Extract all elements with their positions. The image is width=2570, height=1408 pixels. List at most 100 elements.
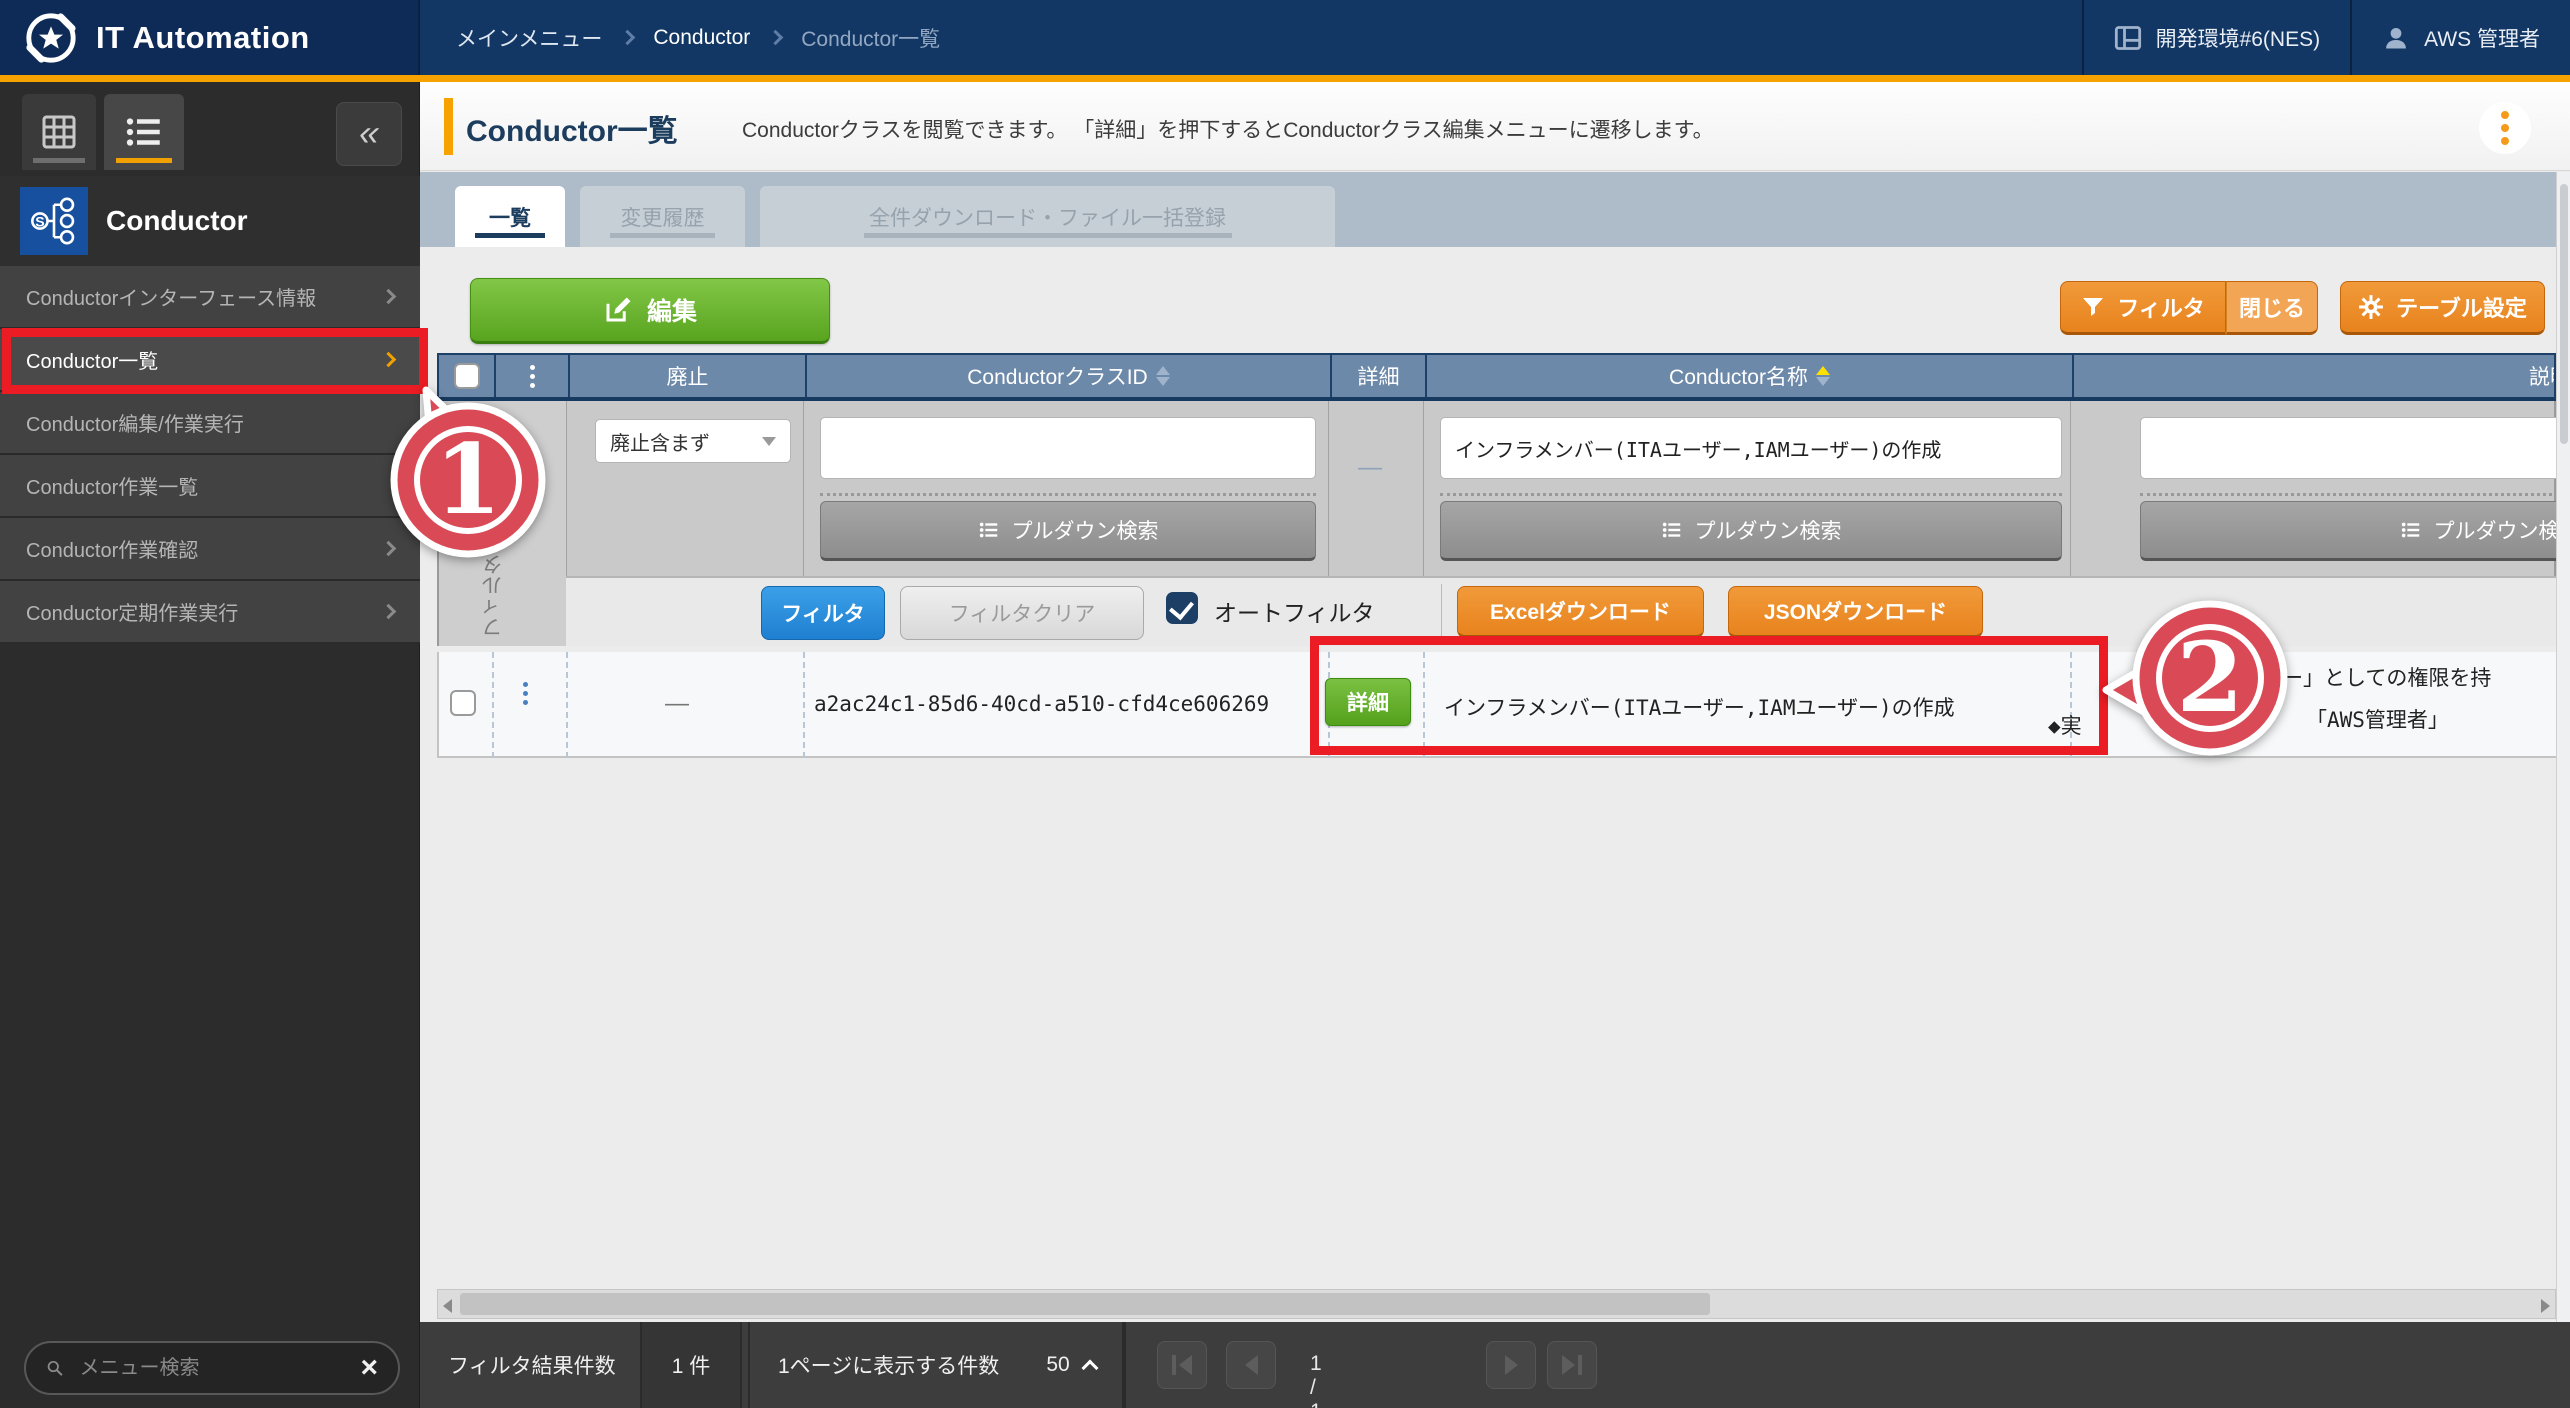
autofilter-label: オートフィルタ <box>1214 594 1375 628</box>
sidebar-tabbar <box>0 90 420 172</box>
row-checkbox[interactable] <box>450 690 476 716</box>
app-root: IT Automation メインメニュー Conductor Conducto… <box>0 0 2570 1408</box>
apply-filter-button[interactable]: フィルタ <box>761 586 885 640</box>
chevron-right-icon <box>620 30 636 46</box>
tab-strip: 一覧 変更履歴 全件ダウンロード・ファイル一括登録 <box>420 172 2570 247</box>
environment-selector[interactable]: 開発環境#6(NES) <box>2082 0 2351 75</box>
window-icon <box>2114 24 2142 52</box>
filter-count-value-cell: 1 件 <box>642 1322 742 1408</box>
svg-text:S: S <box>35 213 44 229</box>
breadcrumb: メインメニュー Conductor Conductor一覧 <box>420 0 940 75</box>
per-page-label-cell: 1ページに表示する件数 <box>748 1322 1026 1408</box>
menu-grid-tab[interactable] <box>22 94 96 170</box>
filter-button[interactable]: フィルタ <box>2060 281 2226 335</box>
callout-badge-1: 1 <box>348 356 588 596</box>
app-title: IT Automation <box>96 20 310 56</box>
page-title: Conductor一覧 <box>466 106 678 150</box>
excel-download-button[interactable]: Excelダウンロード <box>1457 586 1704 638</box>
horizontal-scrollbar[interactable] <box>437 1289 2556 1319</box>
svg-text:2: 2 <box>2177 621 2244 734</box>
highlight-box-detail-row <box>1310 636 2108 755</box>
header-accent-bar <box>0 75 2570 82</box>
description-pulldown-search-button[interactable]: プルダウン検索 <box>2140 501 2556 561</box>
page-menu-button[interactable] <box>2479 102 2531 154</box>
chevron-right-icon <box>381 289 397 305</box>
column-header-name[interactable]: Conductor名称 <box>1425 355 2072 397</box>
column-header-discard[interactable]: 廃止 <box>568 355 805 397</box>
detail-filter-dash: — <box>1358 454 1382 482</box>
list-icon <box>123 111 165 153</box>
description-filter-input[interactable] <box>2140 417 2556 479</box>
edit-pencil-icon <box>603 295 633 325</box>
scroll-right-icon[interactable] <box>2541 1299 2550 1313</box>
breadcrumb-conductor-list: Conductor一覧 <box>801 23 940 53</box>
table-settings-button[interactable]: テーブル設定 <box>2340 281 2545 335</box>
clear-search-icon[interactable] <box>360 1353 378 1383</box>
description-filter-cell-clipped: プルダウン検索 <box>2132 401 2556 576</box>
sidebar-section-title: Conductor <box>106 205 248 237</box>
environment-label: 開発環境#6(NES) <box>2156 23 2321 53</box>
app-logo-icon <box>24 11 78 65</box>
table-header-row: 廃止 ConductorクラスID 詳細 Conductor名称 説明 <box>437 353 2556 401</box>
filter-toggle-button: フィルタ 閉じる <box>2060 281 2318 335</box>
per-page-select[interactable]: 50 <box>1020 1322 1124 1408</box>
class-id-filter-input[interactable] <box>820 417 1316 479</box>
column-header-description-partial[interactable]: 説明 <box>2072 355 2554 397</box>
class-id-pulldown-search-button[interactable]: プルダウン検索 <box>820 501 1316 561</box>
user-icon <box>2382 24 2410 52</box>
prev-page-button[interactable] <box>1226 1341 1276 1389</box>
chevron-right-icon <box>768 30 784 46</box>
json-download-button[interactable]: JSONダウンロード <box>1728 586 1983 638</box>
horizontal-scrollbar-thumb[interactable] <box>460 1293 1710 1315</box>
column-header-class-id[interactable]: ConductorクラスID <box>805 355 1330 397</box>
vertical-scrollbar[interactable] <box>2556 172 2570 1322</box>
list-icon <box>978 519 1000 541</box>
row-description-fragment-line2: 「AWS管理者」 <box>2306 704 2449 734</box>
sort-icons[interactable] <box>1156 366 1170 386</box>
list-icon <box>1661 519 1683 541</box>
brand[interactable]: IT Automation <box>0 0 420 75</box>
first-page-button[interactable] <box>1157 1341 1207 1389</box>
sort-icons-ascending[interactable] <box>1816 366 1830 386</box>
row-discard-value: — <box>665 690 689 718</box>
page-titlebar: Conductor一覧 Conductorクラスを閲覧できます。 「詳細」を押下… <box>420 82 2570 171</box>
name-filter-input[interactable]: インフラメンバー(ITAユーザー,IAMユーザー)の作成 <box>1440 417 2062 479</box>
next-page-button[interactable] <box>1486 1341 1536 1389</box>
collapse-left-icon <box>359 112 379 153</box>
title-accent-bar <box>444 98 453 155</box>
sidebar-section-header: S Conductor <box>0 176 420 266</box>
menu-search-box <box>24 1341 400 1395</box>
list-icon <box>2400 519 2422 541</box>
user-menu[interactable]: AWS 管理者 <box>2350 0 2570 75</box>
grid-icon <box>39 112 79 152</box>
sidebar-collapse-button[interactable] <box>336 102 402 166</box>
name-pulldown-search-button[interactable]: プルダウン検索 <box>1440 501 2062 561</box>
tab-list[interactable]: 一覧 <box>455 186 565 247</box>
autofilter-checkbox[interactable] <box>1166 592 1198 624</box>
breadcrumb-main-menu[interactable]: メインメニュー <box>456 23 602 53</box>
discard-filter-select[interactable]: 廃止含まず <box>595 419 791 463</box>
callout-badge-2: 2 <box>2086 558 2326 798</box>
filter-clear-button[interactable]: フィルタクリア <box>900 586 1144 640</box>
tab-change-history[interactable]: 変更履歴 <box>580 186 745 247</box>
last-page-button[interactable] <box>1547 1341 1597 1389</box>
menu-list-tab[interactable] <box>104 94 184 170</box>
sidebar-item-conductor-interface-info[interactable]: Conductorインターフェース情報 <box>0 266 420 329</box>
conductor-icon: S <box>20 187 88 255</box>
gear-icon <box>2358 294 2384 320</box>
row-kebab-menu-icon[interactable] <box>523 682 528 705</box>
filter-close-button[interactable]: 閉じる <box>2226 281 2318 335</box>
column-header-detail[interactable]: 詳細 <box>1330 355 1425 397</box>
top-header: IT Automation メインメニュー Conductor Conducto… <box>0 0 2570 75</box>
menu-search-input[interactable] <box>77 1356 346 1381</box>
svg-text:1: 1 <box>435 423 502 536</box>
breadcrumb-conductor[interactable]: Conductor <box>653 26 750 50</box>
select-caret-icon <box>762 437 776 446</box>
edit-button[interactable]: 編集 <box>470 278 830 344</box>
tab-bulk-download-register[interactable]: 全件ダウンロード・ファイル一括登録 <box>760 186 1335 247</box>
page-indicator: 1 / 1 ページ <box>1310 1352 1331 1408</box>
vertical-scrollbar-thumb[interactable] <box>2560 184 2568 444</box>
scroll-left-icon[interactable] <box>443 1299 452 1313</box>
row-class-id: a2ac24c1-85d6-40cd-a510-cfd4ce606269 <box>814 692 1326 716</box>
divider <box>1441 584 1442 640</box>
